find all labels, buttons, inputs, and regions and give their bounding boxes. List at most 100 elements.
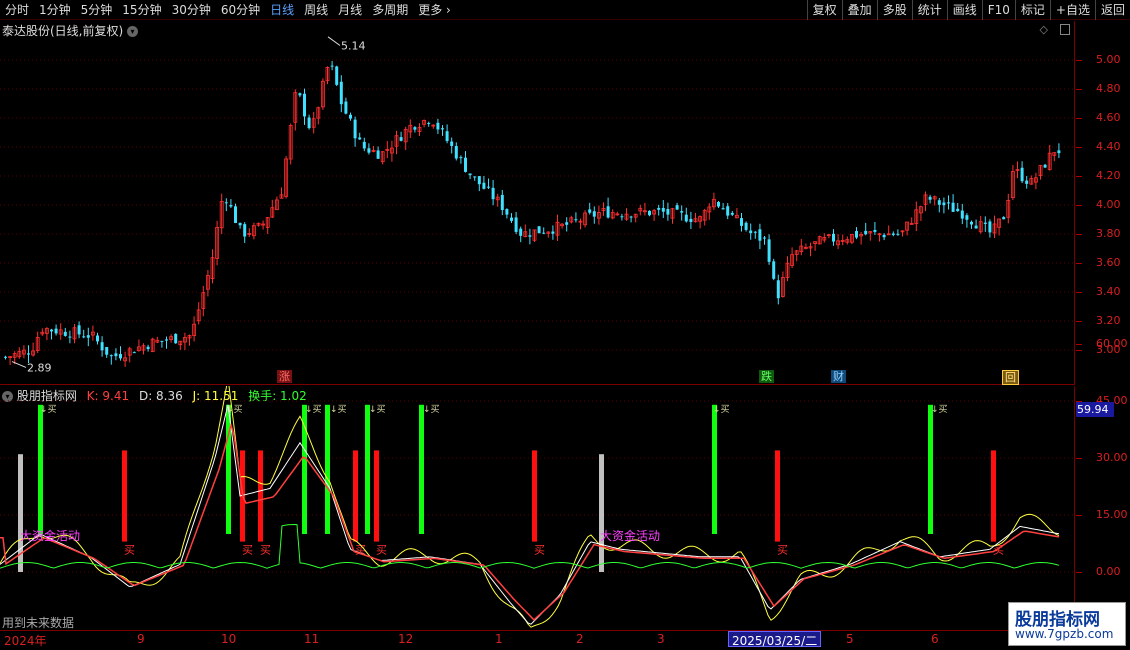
y-label: 3.40 xyxy=(1096,285,1121,298)
y-label: 3.60 xyxy=(1096,256,1121,269)
f10-button[interactable]: F10 xyxy=(981,0,1015,20)
marker-cai[interactable]: 财 xyxy=(831,370,846,383)
current-value-badge: 59.94 xyxy=(1076,402,1114,417)
candle-body xyxy=(684,214,688,222)
fuquan-button[interactable]: 复权 xyxy=(806,0,842,20)
candle-body xyxy=(965,215,969,220)
kline-panel[interactable]: 泰达股份(日线,前复权) ▾ ◇ 5.14 2.89 涨 跌 财 回 xyxy=(0,21,1075,385)
buy-label: 买 xyxy=(124,544,135,557)
candle-body xyxy=(63,331,67,336)
candle-body xyxy=(105,347,109,355)
candle-body xyxy=(445,131,449,142)
candle-body xyxy=(648,210,651,216)
tf-60min[interactable]: 60分钟 xyxy=(216,1,265,18)
candle-body xyxy=(542,232,546,234)
candle-body xyxy=(1002,217,1006,220)
candle-body xyxy=(753,231,757,233)
tool-buttons: 复权 叠加 多股 统计 画线 F10 标记 +自选 返回 xyxy=(806,0,1130,20)
candle-body xyxy=(367,148,371,153)
y-tick xyxy=(1076,205,1082,206)
add-favorite-button[interactable]: +自选 xyxy=(1049,0,1095,20)
tf-30min[interactable]: 30分钟 xyxy=(167,1,216,18)
y-label: 4.60 xyxy=(1096,111,1121,124)
candle-body xyxy=(427,122,431,124)
candle-body xyxy=(229,204,233,207)
tf-1min[interactable]: 1分钟 xyxy=(34,1,76,18)
candle-body xyxy=(666,208,670,215)
candle-body xyxy=(487,186,490,188)
tf-more[interactable]: 更多 › xyxy=(413,1,456,18)
candle-body xyxy=(730,212,734,215)
tf-5min[interactable]: 5分钟 xyxy=(76,1,118,18)
marker-die[interactable]: 跌 xyxy=(759,370,774,383)
candle-body xyxy=(574,219,578,221)
tf-weekly[interactable]: 周线 xyxy=(299,1,333,18)
candle-body xyxy=(344,101,348,114)
candle-body xyxy=(165,339,168,341)
candle-body xyxy=(620,216,624,218)
tf-multi[interactable]: 多周期 xyxy=(367,1,413,18)
candle-body xyxy=(82,336,86,338)
candle-body xyxy=(436,122,440,130)
candle-body xyxy=(349,114,352,119)
top-signal: ↓买 xyxy=(369,404,386,415)
period-toolbar: 分时 1分钟 5分钟 15分钟 30分钟 60分钟 日线 周线 月线 多周期 更… xyxy=(0,0,1130,20)
candle-body xyxy=(174,333,178,344)
top-signal: ↓买 xyxy=(305,404,322,415)
candle-body xyxy=(68,336,72,338)
y-tick xyxy=(1076,292,1082,293)
tf-fenshi[interactable]: 分时 xyxy=(0,1,34,18)
candle-body xyxy=(238,222,242,226)
candle-body xyxy=(565,222,569,225)
candle-body xyxy=(717,202,720,207)
candle-body xyxy=(891,233,895,235)
site-watermark: 股朋指标网 www.7gpzb.com xyxy=(1008,602,1126,646)
candle-body xyxy=(399,137,403,141)
chevron-right-icon: › xyxy=(446,3,451,17)
kline-chart: 5.14 2.89 xyxy=(0,36,1075,374)
candle-body xyxy=(970,221,973,225)
candle-body xyxy=(744,222,748,230)
candle-body xyxy=(855,231,858,238)
y-tick xyxy=(1076,89,1082,90)
candle-body xyxy=(468,173,472,176)
x-label: 10 xyxy=(221,632,237,646)
candle-body xyxy=(1025,180,1029,184)
tf-15min[interactable]: 15分钟 xyxy=(117,1,166,18)
marker-zhang[interactable]: 涨 xyxy=(277,370,292,383)
candle-body xyxy=(763,237,766,239)
buy-signal-bar xyxy=(325,404,330,534)
buy-signal-bar xyxy=(38,404,43,534)
back-button[interactable]: 返回 xyxy=(1094,0,1130,20)
mark-button[interactable]: 标记 xyxy=(1014,0,1050,20)
buy-label: 买 xyxy=(376,544,387,557)
draw-button[interactable]: 画线 xyxy=(946,0,982,20)
candle-body xyxy=(896,233,900,235)
tf-monthly[interactable]: 月线 xyxy=(333,1,367,18)
sell-signal-bar xyxy=(122,450,127,542)
candle-body xyxy=(606,206,610,218)
x-label: 1 xyxy=(495,632,503,646)
candle-body xyxy=(776,280,780,299)
y-label: 30.00 xyxy=(1096,451,1128,464)
indicator-panel[interactable]: ▾ 股朋指标网 K: 9.41 D: 8.36 J: 11.51 换手: 1.0… xyxy=(0,386,1075,630)
candle-body xyxy=(234,206,237,223)
multi-stock-button[interactable]: 多股 xyxy=(876,0,912,20)
future-data-note: 用到未来数据 xyxy=(2,616,75,630)
candle-body xyxy=(657,207,661,210)
candle-body xyxy=(491,187,495,200)
top-signal: ↓买 xyxy=(931,404,948,415)
candle-body xyxy=(937,200,941,205)
tf-daily[interactable]: 日线 xyxy=(265,1,299,18)
candle-body xyxy=(951,202,955,212)
overlay-button[interactable]: 叠加 xyxy=(841,0,877,20)
marker-hui[interactable]: 回 xyxy=(1002,370,1019,385)
candle-body xyxy=(1043,164,1047,168)
candle-body xyxy=(441,128,444,130)
cursor-date: 2025/03/25/二 xyxy=(728,631,822,648)
y-tick xyxy=(1076,572,1082,573)
candle-body xyxy=(832,233,835,242)
candle-body xyxy=(721,208,725,210)
stats-button[interactable]: 统计 xyxy=(911,0,947,20)
x-label: 6 xyxy=(931,632,939,646)
